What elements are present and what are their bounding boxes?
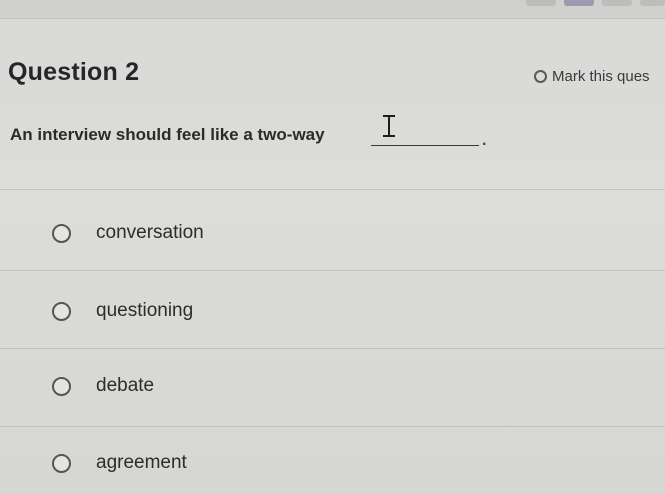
answer-radio[interactable] xyxy=(52,223,71,243)
answer-label: debate xyxy=(96,375,155,396)
top-tab[interactable] xyxy=(640,0,665,6)
mark-question-radio[interactable] xyxy=(534,70,547,83)
answer-option-conversation[interactable]: conversation xyxy=(0,213,665,253)
mark-question-toggle[interactable]: Mark this ques xyxy=(534,68,650,85)
top-tab[interactable] xyxy=(564,0,594,6)
divider xyxy=(0,426,665,427)
answer-label: agreement xyxy=(96,452,187,473)
divider xyxy=(0,189,665,190)
answer-label: questioning xyxy=(96,300,194,321)
answer-radio[interactable] xyxy=(52,376,71,396)
question-title: Question 2 xyxy=(8,58,140,86)
answer-label: conversation xyxy=(96,222,204,243)
blank-period: . xyxy=(482,132,487,149)
top-tab[interactable] xyxy=(602,0,632,6)
top-toolbar-strip xyxy=(0,0,665,19)
answer-blank xyxy=(371,145,479,146)
answer-option-agreement[interactable]: agreement xyxy=(0,443,665,483)
answer-option-questioning[interactable]: questioning xyxy=(0,291,665,331)
divider xyxy=(0,270,665,271)
answer-option-debate[interactable]: debate xyxy=(0,366,665,406)
divider xyxy=(0,348,665,349)
question-prompt: An interview should feel like a two-way xyxy=(10,125,325,144)
answer-radio[interactable] xyxy=(52,301,71,321)
text-cursor-icon xyxy=(383,115,395,137)
top-tab[interactable] xyxy=(526,0,556,6)
answer-radio[interactable] xyxy=(52,453,71,473)
mark-question-label: Mark this ques xyxy=(552,68,650,85)
